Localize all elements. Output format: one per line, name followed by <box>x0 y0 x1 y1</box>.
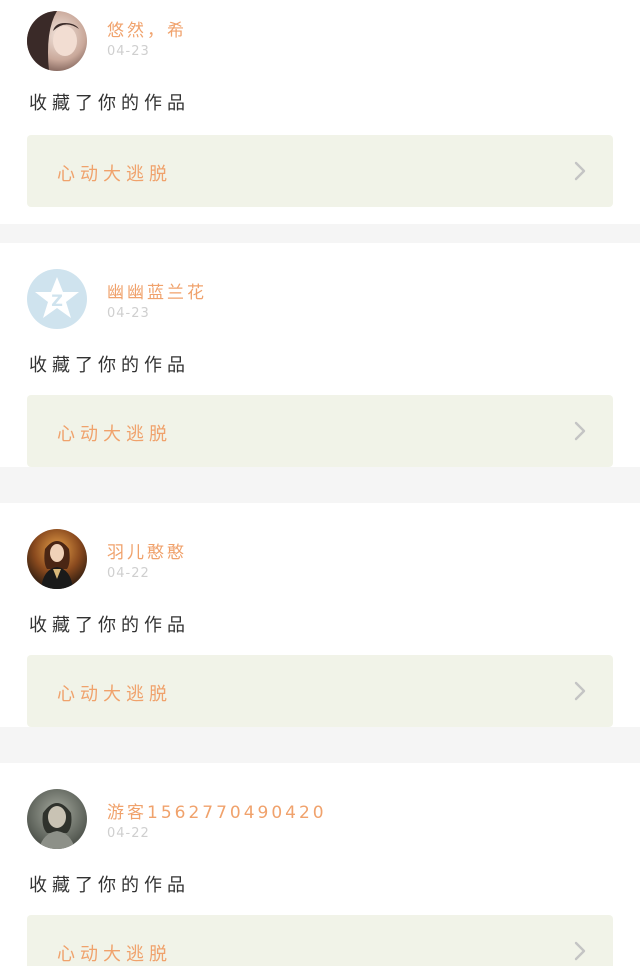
work-title: 心动大逃脱 <box>57 684 172 705</box>
avatar-photo-dark-icon <box>27 789 87 849</box>
timestamp: 04-23 <box>107 306 150 321</box>
work-title: 心动大逃脱 <box>57 164 172 185</box>
user-avatar[interactable]: Z <box>27 269 87 329</box>
user-avatar[interactable] <box>27 789 87 849</box>
avatar-default-star-icon: Z <box>27 269 87 329</box>
username[interactable]: 羽儿憨憨 <box>107 538 187 563</box>
user-avatar[interactable] <box>27 11 87 71</box>
avatar-photo-girl-icon <box>27 11 87 71</box>
favorites-feed: 悠然，希 04-23 收藏了你的作品 心动大逃脱 Z 幽幽蓝兰花 04-23 收… <box>0 0 640 966</box>
chevron-right-icon <box>572 161 588 181</box>
action-text: 收藏了你的作品 <box>29 93 190 114</box>
feed-item: 羽儿憨憨 04-22 收藏了你的作品 心动大逃脱 <box>0 503 640 727</box>
timestamp: 04-22 <box>107 826 150 841</box>
work-link[interactable]: 心动大逃脱 <box>27 915 613 966</box>
svg-text:Z: Z <box>51 291 63 310</box>
work-link[interactable]: 心动大逃脱 <box>27 655 613 727</box>
username[interactable]: 游客1562770490420 <box>107 798 327 823</box>
chevron-right-icon <box>572 421 588 441</box>
work-title: 心动大逃脱 <box>57 944 172 965</box>
work-link[interactable]: 心动大逃脱 <box>27 135 613 207</box>
work-title: 心动大逃脱 <box>57 424 172 445</box>
action-text: 收藏了你的作品 <box>29 355 190 376</box>
timestamp: 04-22 <box>107 566 150 581</box>
feed-item: 游客1562770490420 04-22 收藏了你的作品 心动大逃脱 <box>0 763 640 966</box>
username[interactable]: 悠然，希 <box>107 16 187 41</box>
username[interactable]: 幽幽蓝兰花 <box>107 278 207 303</box>
work-link[interactable]: 心动大逃脱 <box>27 395 613 467</box>
avatar-photo-costume-icon <box>27 529 87 589</box>
user-avatar[interactable] <box>27 529 87 589</box>
chevron-right-icon <box>572 681 588 701</box>
chevron-right-icon <box>572 941 588 961</box>
timestamp: 04-23 <box>107 44 150 59</box>
action-text: 收藏了你的作品 <box>29 875 190 896</box>
action-text: 收藏了你的作品 <box>29 615 190 636</box>
feed-item: 悠然，希 04-23 收藏了你的作品 心动大逃脱 <box>0 0 640 224</box>
feed-item: Z 幽幽蓝兰花 04-23 收藏了你的作品 心动大逃脱 <box>0 243 640 467</box>
